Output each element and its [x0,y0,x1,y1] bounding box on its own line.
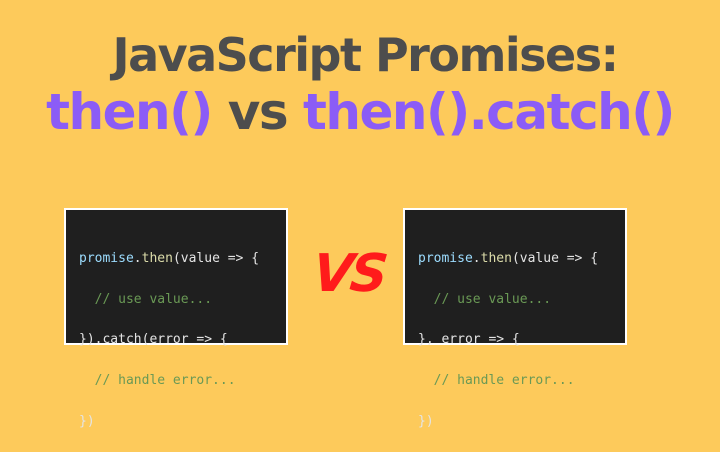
code-token-object: promise [418,251,473,267]
code-token-object: promise [79,251,134,267]
title-then: then() [46,82,213,141]
code-line: }) [418,413,434,429]
title-line-1: JavaScript Promises: [112,28,619,82]
code-token-method: then [141,251,173,267]
code-comment: // use value... [79,291,213,307]
code-line: }, error => { [418,332,520,348]
title-line-2: then() vs then().catch() [0,84,720,140]
code-block-then-two-args: promise.then(value => { // use value... … [403,208,627,429]
code-token-method: then [480,251,512,267]
code-comment: // handle error... [79,373,236,389]
code-line: }).catch(error => { [79,332,228,348]
vs-label: VS [309,244,388,304]
title-vs: vs [211,82,303,141]
page-title: JavaScript Promises: then() vs then().ca… [0,28,720,140]
code-comment: // handle error... [418,373,575,389]
code-line: promise.then(value => { [418,249,625,269]
code-token-dot: . [133,251,142,267]
code-token-rest: (value => { [511,251,599,267]
code-line: promise.then(value => { [79,249,286,269]
code-comment: // use value... [418,291,552,307]
code-block-then-catch: promise.then(value => { // use value... … [64,208,288,429]
code-token-dot: . [472,251,481,267]
code-token-rest: (value => { [172,251,260,267]
title-then-catch: then().catch() [302,82,675,141]
code-line: }) [79,413,95,429]
